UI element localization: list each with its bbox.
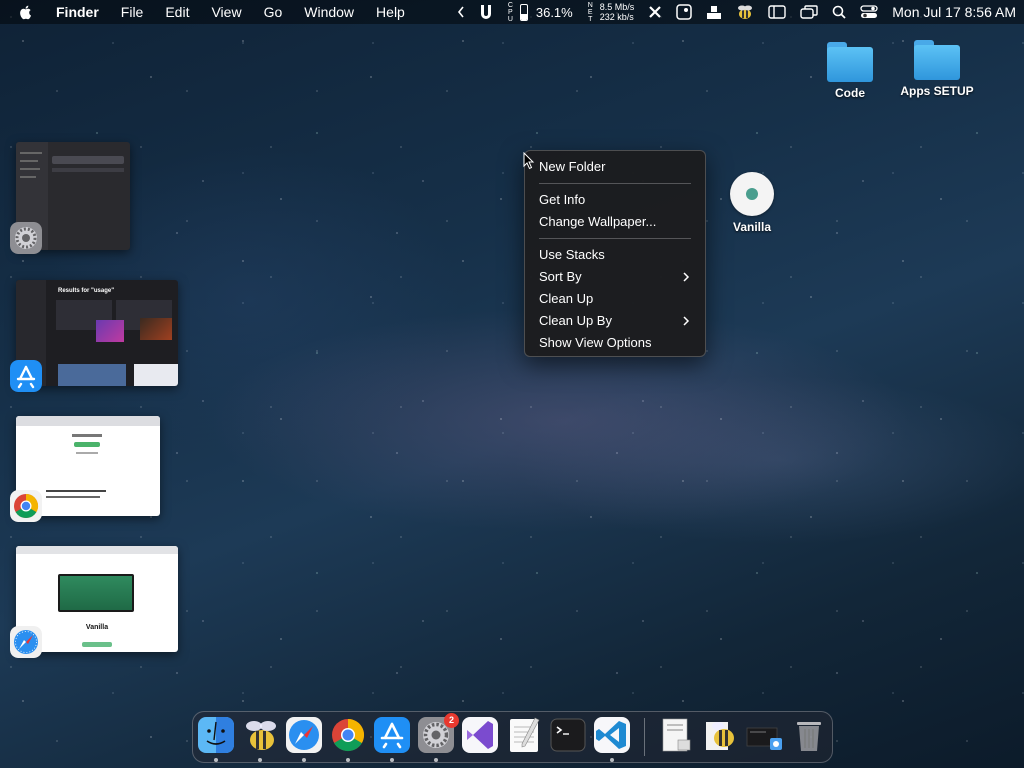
system-settings-icon[interactable] xyxy=(10,222,42,254)
menu-view[interactable]: View xyxy=(211,4,241,20)
chrome-icon[interactable] xyxy=(10,490,42,522)
screen-record-icon[interactable] xyxy=(676,0,692,24)
trash-icon[interactable] xyxy=(790,716,828,754)
desktop-context-menu: New Folder Get Info Change Wallpaper... … xyxy=(524,150,706,357)
menu-edit[interactable]: Edit xyxy=(165,4,189,20)
desktop-item-vanilla[interactable]: Vanilla xyxy=(724,172,780,234)
chevron-right-icon xyxy=(683,316,690,326)
cpu-label: CPU xyxy=(507,1,513,23)
dock-running-indicator xyxy=(390,758,394,762)
menu-item-clean-up-by[interactable]: Clean Up By xyxy=(525,310,705,332)
menu-help[interactable]: Help xyxy=(376,4,405,20)
sidebar-list-icon[interactable] xyxy=(768,0,786,24)
net-rates: 8.5 Mb/s 232 kb/s xyxy=(600,2,635,22)
upload-tray-icon[interactable] xyxy=(706,0,722,24)
safari-icon[interactable] xyxy=(10,626,42,658)
menu-item-show-view-options[interactable]: Show View Options xyxy=(525,332,705,354)
desktop-item-label: Code xyxy=(835,86,865,100)
menu-item-get-info[interactable]: Get Info xyxy=(525,189,705,211)
dock-running-indicator xyxy=(434,758,438,762)
menu-item-label: Clean Up By xyxy=(539,313,612,328)
dock-running-indicator xyxy=(610,758,614,762)
dock-running-indicator xyxy=(214,758,218,762)
vscode-icon[interactable] xyxy=(593,716,631,754)
notification-badge: 2 xyxy=(444,713,459,728)
menu-item-use-stacks[interactable]: Use Stacks xyxy=(525,244,705,266)
vanilla-app-icon xyxy=(730,172,774,216)
visual-studio-icon[interactable] xyxy=(461,716,499,754)
chrome-dock-icon[interactable] xyxy=(329,716,367,754)
menu-item-clean-up[interactable]: Clean Up xyxy=(525,288,705,310)
tools-icon[interactable] xyxy=(648,0,662,24)
u-app-icon[interactable] xyxy=(479,0,493,24)
menu-item-sort-by[interactable]: Sort By xyxy=(525,266,705,288)
net-down: 8.5 Mb/s xyxy=(599,2,635,12)
menu-app-name[interactable]: Finder xyxy=(56,4,99,20)
menu-item-label: Sort By xyxy=(539,269,582,284)
desktop-item-label: Apps SETUP xyxy=(900,84,974,98)
app-store-dock-icon[interactable] xyxy=(373,716,411,754)
bee-menu-icon[interactable] xyxy=(736,0,754,24)
search-icon[interactable] xyxy=(832,0,846,24)
cpu-percent: 36.1% xyxy=(535,4,573,20)
menubar-clock[interactable]: Mon Jul 17 8:56 AM xyxy=(892,4,1016,20)
downloads-stack-icon[interactable] xyxy=(746,716,784,754)
bee-folder-icon[interactable] xyxy=(702,716,740,754)
menu-window[interactable]: Window xyxy=(304,4,354,20)
folder-icon xyxy=(827,42,873,82)
dock-running-indicator xyxy=(346,758,350,762)
desktop-item-label: Vanilla xyxy=(732,220,772,234)
menu-item-change-wallpaper[interactable]: Change Wallpaper... xyxy=(525,211,705,233)
menu-separator xyxy=(539,183,691,184)
apple-icon[interactable] xyxy=(18,4,34,20)
menu-separator xyxy=(539,238,691,239)
control-center-icon[interactable] xyxy=(860,0,878,24)
dock-running-indicator xyxy=(258,758,262,762)
network-monitor[interactable]: NET 8.5 Mb/s 232 kb/s xyxy=(587,0,635,24)
menu-file[interactable]: File xyxy=(121,4,144,20)
cpu-meter xyxy=(519,3,528,21)
textedit-icon[interactable] xyxy=(505,716,543,754)
finder-icon[interactable] xyxy=(197,716,235,754)
mouse-cursor-icon xyxy=(523,152,535,170)
net-up: 232 kb/s xyxy=(599,12,634,22)
safari-dock-icon[interactable] xyxy=(285,716,323,754)
windows-icon[interactable] xyxy=(800,0,818,24)
terminal-icon[interactable] xyxy=(549,716,587,754)
menu-item-new-folder[interactable]: New Folder xyxy=(525,156,705,178)
thumb-results-title: Results for "usage" xyxy=(58,288,115,294)
desktop-item-code[interactable]: Code xyxy=(822,42,878,100)
dock-running-indicator xyxy=(302,758,306,762)
dock-separator xyxy=(644,718,645,756)
document-stack-icon[interactable] xyxy=(658,716,696,754)
cpu-monitor[interactable]: CPU 36.1% xyxy=(507,0,573,24)
menu-bar: Finder File Edit View Go Window Help CPU… xyxy=(0,0,1024,24)
menu-go[interactable]: Go xyxy=(264,4,283,20)
folder-icon xyxy=(914,40,960,80)
chevron-right-icon xyxy=(683,272,690,282)
bee-app-icon[interactable] xyxy=(242,716,280,754)
chevron-left-icon[interactable] xyxy=(457,0,465,24)
app-store-icon[interactable] xyxy=(10,360,42,392)
net-label: NET xyxy=(587,1,593,23)
desktop-item-apps-setup[interactable]: Apps SETUP xyxy=(896,40,978,98)
